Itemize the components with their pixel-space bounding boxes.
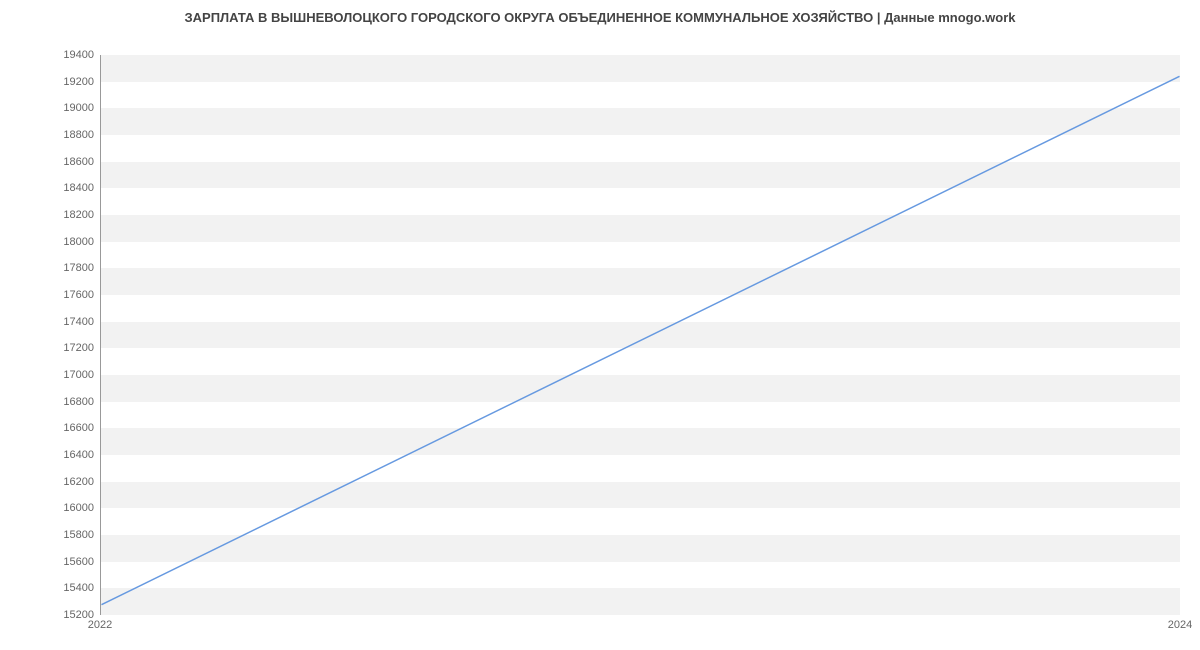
y-tick-label: 16400 (44, 449, 94, 461)
y-tick-label: 17800 (44, 262, 94, 274)
y-tick-label: 18200 (44, 209, 94, 221)
y-tick-label: 16000 (44, 502, 94, 514)
chart-title: ЗАРПЛАТА В ВЫШНЕВОЛОЦКОГО ГОРОДСКОГО ОКР… (0, 0, 1200, 25)
plot-area (100, 55, 1180, 615)
y-tick-label: 17600 (44, 289, 94, 301)
y-tick-label: 17000 (44, 369, 94, 381)
y-tick-label: 18400 (44, 182, 94, 194)
y-tick-label: 19400 (44, 49, 94, 61)
y-tick-label: 16800 (44, 396, 94, 408)
y-tick-label: 16200 (44, 476, 94, 488)
series-line (101, 76, 1179, 604)
x-tick-label: 2022 (88, 619, 112, 631)
y-tick-label: 17200 (44, 342, 94, 354)
y-tick-label: 15800 (44, 529, 94, 541)
y-tick-label: 18800 (44, 129, 94, 141)
x-tick-label: 2024 (1168, 619, 1192, 631)
y-tick-label: 19200 (44, 76, 94, 88)
y-tick-label: 15400 (44, 582, 94, 594)
y-tick-label: 15200 (44, 609, 94, 621)
y-tick-label: 15600 (44, 556, 94, 568)
y-tick-label: 18600 (44, 156, 94, 168)
y-tick-label: 19000 (44, 102, 94, 114)
y-tick-label: 17400 (44, 316, 94, 328)
y-tick-label: 16600 (44, 422, 94, 434)
y-tick-label: 18000 (44, 236, 94, 248)
line-series (101, 55, 1180, 614)
